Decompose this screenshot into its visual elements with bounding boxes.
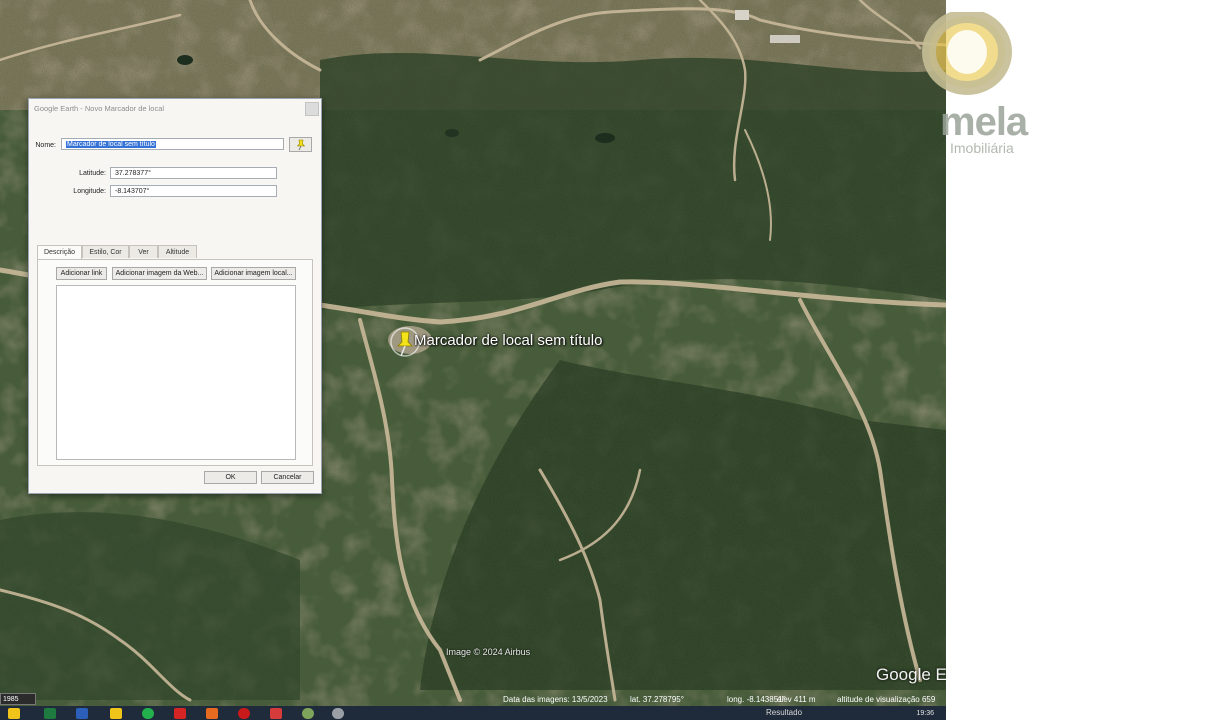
sticky-notes-icon[interactable]: [110, 708, 122, 719]
clock[interactable]: 19:36: [916, 710, 934, 717]
historical-year-slider[interactable]: 1985: [0, 693, 36, 705]
tab-altitude[interactable]: Altitude: [158, 245, 197, 258]
new-placemark-dialog: Google Earth - Novo Marcador de local No…: [28, 98, 322, 494]
name-field[interactable]: Marcador de local sem título: [61, 138, 284, 150]
latitude-field[interactable]: 37.278377°: [110, 167, 277, 179]
longitude-field[interactable]: -8.143707°: [110, 185, 277, 197]
tab-style-color[interactable]: Estilo, Cor: [82, 245, 129, 258]
opera-icon[interactable]: [238, 708, 250, 719]
word-icon[interactable]: [76, 708, 88, 719]
acrobat-icon[interactable]: [174, 708, 186, 719]
description-panel: Adicionar link Adicionar imagem da Web..…: [37, 259, 313, 466]
cursor-elevation: elev 411 m: [777, 695, 816, 704]
imagery-date: Data das imagens: 13/5/2023: [503, 695, 608, 704]
add-link-button[interactable]: Adicionar link: [56, 267, 107, 280]
google-earth-watermark: Google Earth: [876, 665, 946, 684]
pushpin-icon: [296, 139, 306, 151]
dialog-title: Google Earth - Novo Marcador de local: [29, 99, 321, 118]
whatsapp-icon[interactable]: [142, 708, 154, 719]
chrome-icon[interactable]: [302, 708, 314, 719]
google-earth-icon[interactable]: [332, 708, 344, 719]
placemark-icon-button[interactable]: [289, 137, 312, 152]
latitude-label: Latitude:: [79, 170, 106, 177]
app-icon[interactable]: [206, 708, 218, 719]
eye-altitude: altitude de visualização 659: [837, 695, 936, 704]
file-explorer-icon[interactable]: [8, 708, 20, 719]
cursor-latitude: lat. 37.278795°: [630, 695, 684, 704]
placemark-label: Marcador de local sem título: [414, 332, 603, 349]
tab-view[interactable]: Ver: [129, 245, 158, 258]
app-icon-2[interactable]: [270, 708, 282, 719]
close-icon[interactable]: [305, 102, 319, 116]
name-label: Nome:: [35, 142, 56, 149]
imagery-copyright: Image © 2024 Airbus: [446, 647, 531, 657]
brand-logo-subtitle: Imobiliária: [950, 140, 1014, 156]
tab-description[interactable]: Descrição: [37, 245, 82, 259]
excel-icon[interactable]: [44, 708, 56, 719]
add-local-image-button[interactable]: Adicionar imagem local...: [211, 267, 296, 280]
map-status-bar: Data das imagens: 13/5/2023 lat. 37.2787…: [0, 693, 946, 706]
search-result-label[interactable]: Resultado: [766, 708, 802, 717]
taskbar: Resultado 19:36: [0, 706, 946, 720]
cancel-button[interactable]: Cancelar: [261, 471, 314, 484]
description-textarea[interactable]: [56, 285, 296, 460]
add-web-image-button[interactable]: Adicionar imagem da Web...: [112, 267, 207, 280]
ok-button[interactable]: OK: [204, 471, 257, 484]
brand-logo-text: mela: [940, 100, 1028, 144]
longitude-label: Longitude:: [73, 188, 106, 195]
